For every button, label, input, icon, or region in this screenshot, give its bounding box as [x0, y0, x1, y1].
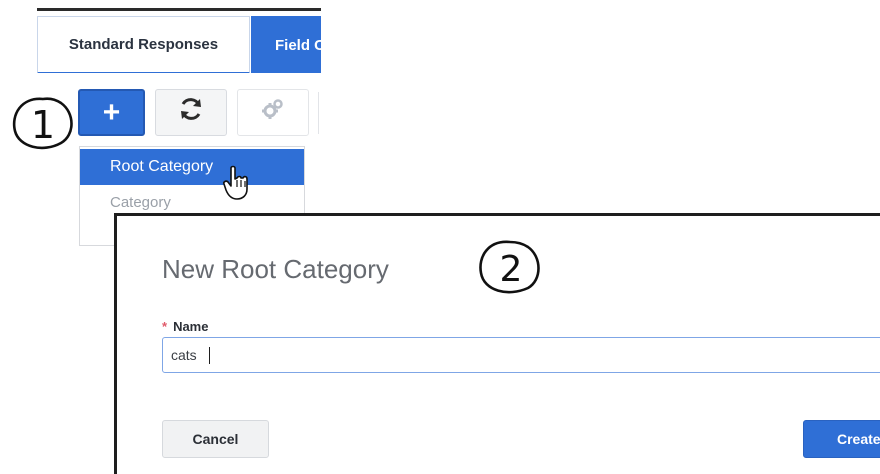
name-label-text: Name [173, 319, 209, 334]
dialog-title: New Root Category [162, 254, 389, 284]
cancel-button[interactable]: Cancel [162, 420, 269, 458]
callout-circle-1-icon: 1 [12, 97, 73, 150]
gear-icon [260, 96, 286, 129]
callout-step-1-number: 1 [31, 103, 55, 147]
callout-step-2-number: 2 [500, 249, 523, 290]
required-marker: * [162, 319, 168, 334]
callout-step-1: 1 [9, 93, 77, 155]
hand-cursor-icon [222, 165, 252, 201]
callout-step-2: 2 [474, 237, 546, 299]
text-caret [209, 347, 210, 364]
name-field-label: * Name [162, 319, 208, 334]
create-button[interactable]: Create [803, 420, 880, 458]
refresh-icon [177, 95, 205, 130]
screenshot-canvas: Standard Responses Field C + 1 Root Cate… [0, 0, 880, 474]
tab-standard-responses[interactable]: Standard Responses [37, 16, 250, 73]
add-button[interactable]: + [78, 89, 145, 136]
refresh-button[interactable] [155, 89, 227, 136]
tab-field-codes[interactable]: Field C [251, 16, 321, 73]
menu-item-root-category[interactable]: Root Category [80, 149, 304, 185]
name-input[interactable] [162, 337, 880, 373]
toolbar-divider [318, 92, 319, 134]
callout-circle-2-icon: 2 [479, 240, 540, 294]
settings-button[interactable] [237, 89, 309, 136]
tab-bar: Standard Responses Field C [37, 8, 321, 73]
plus-icon: + [102, 95, 121, 129]
